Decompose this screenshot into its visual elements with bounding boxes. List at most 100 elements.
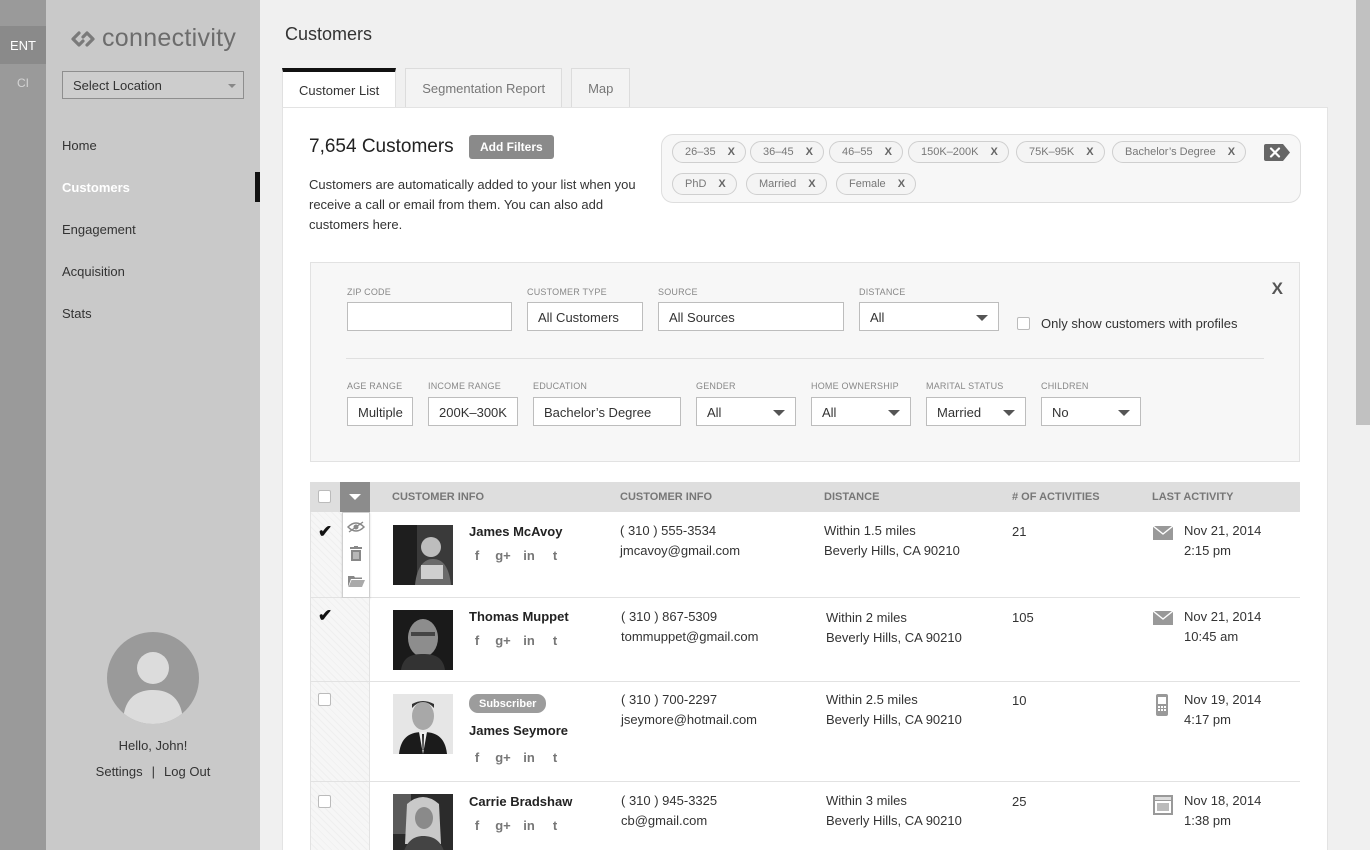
customer-type-input[interactable]: All Customers (527, 302, 643, 331)
page-scrollbar[interactable] (1352, 0, 1370, 850)
phone-number[interactable]: ( 310 ) 555-3534 (620, 521, 740, 541)
row-checked-icon[interactable]: ✔ (318, 522, 332, 542)
twitter-icon[interactable]: t (547, 633, 563, 648)
customer-name[interactable]: Thomas Muppet (469, 609, 569, 624)
customer-name[interactable]: Carrie Bradshaw (469, 794, 572, 809)
chip-remove-button[interactable]: X (806, 146, 813, 158)
google-plus-icon[interactable]: g+ (495, 633, 511, 648)
tab-map[interactable]: Map (571, 68, 631, 108)
twitter-icon[interactable]: t (547, 548, 563, 563)
row-checked-icon[interactable]: ✔ (318, 606, 332, 626)
settings-link[interactable]: Settings (96, 764, 143, 779)
zip-code-input[interactable] (347, 302, 512, 331)
email-address[interactable]: jmcavoy@gmail.com (620, 541, 740, 561)
row-actions-popover (342, 512, 370, 598)
filter-divider (346, 358, 1264, 359)
twitter-icon[interactable]: t (547, 750, 563, 765)
filter-chip: PhD X (672, 173, 737, 195)
social-links: f g+ in t (469, 818, 563, 833)
add-filters-button[interactable]: Add Filters (469, 135, 554, 159)
table-row[interactable]: ✔ Thomas Muppet f g+ in t ( 310 ) 867-53… (310, 598, 1300, 682)
age-range-input[interactable]: Multiple (347, 397, 413, 426)
account-links: Settings | Log Out (46, 764, 260, 779)
scrollbar-thumb[interactable] (1356, 0, 1370, 425)
linkedin-icon[interactable]: in (521, 633, 537, 648)
table-row[interactable]: Subscriber James Seymore f g+ in t ( 310… (310, 682, 1300, 782)
user-silhouette-icon (123, 652, 183, 724)
email-address[interactable]: jseymore@hotmail.com (621, 710, 757, 730)
linkedin-icon[interactable]: in (521, 548, 537, 563)
chip-remove-button[interactable]: X (885, 146, 892, 158)
avatar (107, 632, 199, 724)
rail-item-ent[interactable]: ENT (0, 26, 46, 64)
tab-segmentation-report[interactable]: Segmentation Report (405, 68, 563, 108)
row-checkbox[interactable] (318, 693, 331, 706)
linkedin-icon[interactable]: in (521, 750, 537, 765)
linkedin-icon[interactable]: in (521, 818, 537, 833)
rail-item-ci[interactable]: CI (0, 64, 46, 102)
table-row[interactable]: Carrie Bradshaw f g+ in t ( 310 ) 945-33… (310, 782, 1300, 850)
chip-remove-button[interactable]: X (1228, 146, 1235, 158)
marital-status-select-value: Married (937, 405, 982, 420)
chip-remove-button[interactable]: X (1086, 146, 1093, 158)
logout-link[interactable]: Log Out (164, 764, 210, 779)
distance-select[interactable]: All (859, 302, 999, 331)
chip-remove-button[interactable]: X (991, 146, 998, 158)
nav-item-acquisition[interactable]: Acquisition (46, 250, 260, 292)
column-header[interactable]: DISTANCE (824, 491, 879, 503)
gender-select[interactable]: All (696, 397, 796, 426)
view-icon[interactable] (343, 513, 369, 540)
facebook-icon[interactable]: f (469, 818, 485, 833)
nav-item-stats[interactable]: Stats (46, 292, 260, 334)
last-activity-time: 4:17 pm (1184, 712, 1231, 727)
facebook-icon[interactable]: f (469, 750, 485, 765)
facebook-icon[interactable]: f (469, 548, 485, 563)
children-select[interactable]: No (1041, 397, 1141, 426)
source-input[interactable]: All Sources (658, 302, 844, 331)
nav-item-customers[interactable]: Customers (46, 166, 260, 208)
activity-count: 10 (1012, 693, 1027, 708)
google-plus-icon[interactable]: g+ (495, 750, 511, 765)
marital-status-select[interactable]: Married (926, 397, 1026, 426)
column-header[interactable]: CUSTOMER INFO (620, 491, 712, 503)
chip-remove-button[interactable]: X (728, 146, 735, 158)
subscriber-badge: Subscriber (469, 694, 547, 713)
phone-number[interactable]: ( 310 ) 867-5309 (621, 607, 758, 627)
nav-item-engagement[interactable]: Engagement (46, 208, 260, 250)
location-select[interactable]: Select Location (62, 71, 244, 99)
column-header[interactable]: LAST ACTIVITY (1152, 491, 1233, 503)
phone-number[interactable]: ( 310 ) 700-2297 (621, 690, 757, 710)
folder-icon[interactable] (343, 567, 369, 594)
clear-filters-icon[interactable] (1264, 144, 1290, 161)
row-checkbox[interactable] (318, 795, 331, 808)
close-filters-button[interactable]: X (1272, 279, 1283, 299)
income-range-input[interactable]: 200K–300K (428, 397, 518, 426)
column-header[interactable]: # OF ACTIVITIES (1012, 491, 1100, 503)
phone-number[interactable]: ( 310 ) 945-3325 (621, 791, 717, 811)
column-header[interactable]: CUSTOMER INFO (392, 491, 484, 503)
customer-name[interactable]: James McAvoy (469, 524, 562, 539)
bulk-actions-dropdown[interactable] (340, 482, 370, 512)
education-input[interactable]: Bachelor’s Degree (533, 397, 681, 426)
last-activity: Nov 21, 2014 2:15 pm (1184, 521, 1261, 561)
chip-remove-button[interactable]: X (898, 178, 905, 190)
nav-item-home[interactable]: Home (46, 124, 260, 166)
email-address[interactable]: cb@gmail.com (621, 811, 717, 831)
profiles-only-checkbox[interactable] (1017, 317, 1030, 330)
chevron-down-icon (888, 410, 900, 416)
email-address[interactable]: tommuppet@gmail.com (621, 627, 758, 647)
facebook-icon[interactable]: f (469, 633, 485, 648)
home-ownership-select[interactable]: All (811, 397, 911, 426)
twitter-icon[interactable]: t (547, 818, 563, 833)
select-all-checkbox[interactable] (318, 490, 331, 503)
table-row[interactable]: ✔ James McAvoy f g+ in t ( 310 ) 555-353… (310, 512, 1300, 598)
google-plus-icon[interactable]: g+ (495, 818, 511, 833)
chip-remove-button[interactable]: X (718, 178, 725, 190)
customer-name[interactable]: James Seymore (469, 723, 568, 738)
distance-info: Within 1.5 miles Beverly Hills, CA 90210 (824, 521, 960, 561)
chevron-down-icon (976, 315, 988, 321)
trash-icon[interactable] (343, 540, 369, 567)
chip-remove-button[interactable]: X (808, 178, 815, 190)
google-plus-icon[interactable]: g+ (495, 548, 511, 563)
tab-customer-list[interactable]: Customer List (282, 68, 397, 108)
